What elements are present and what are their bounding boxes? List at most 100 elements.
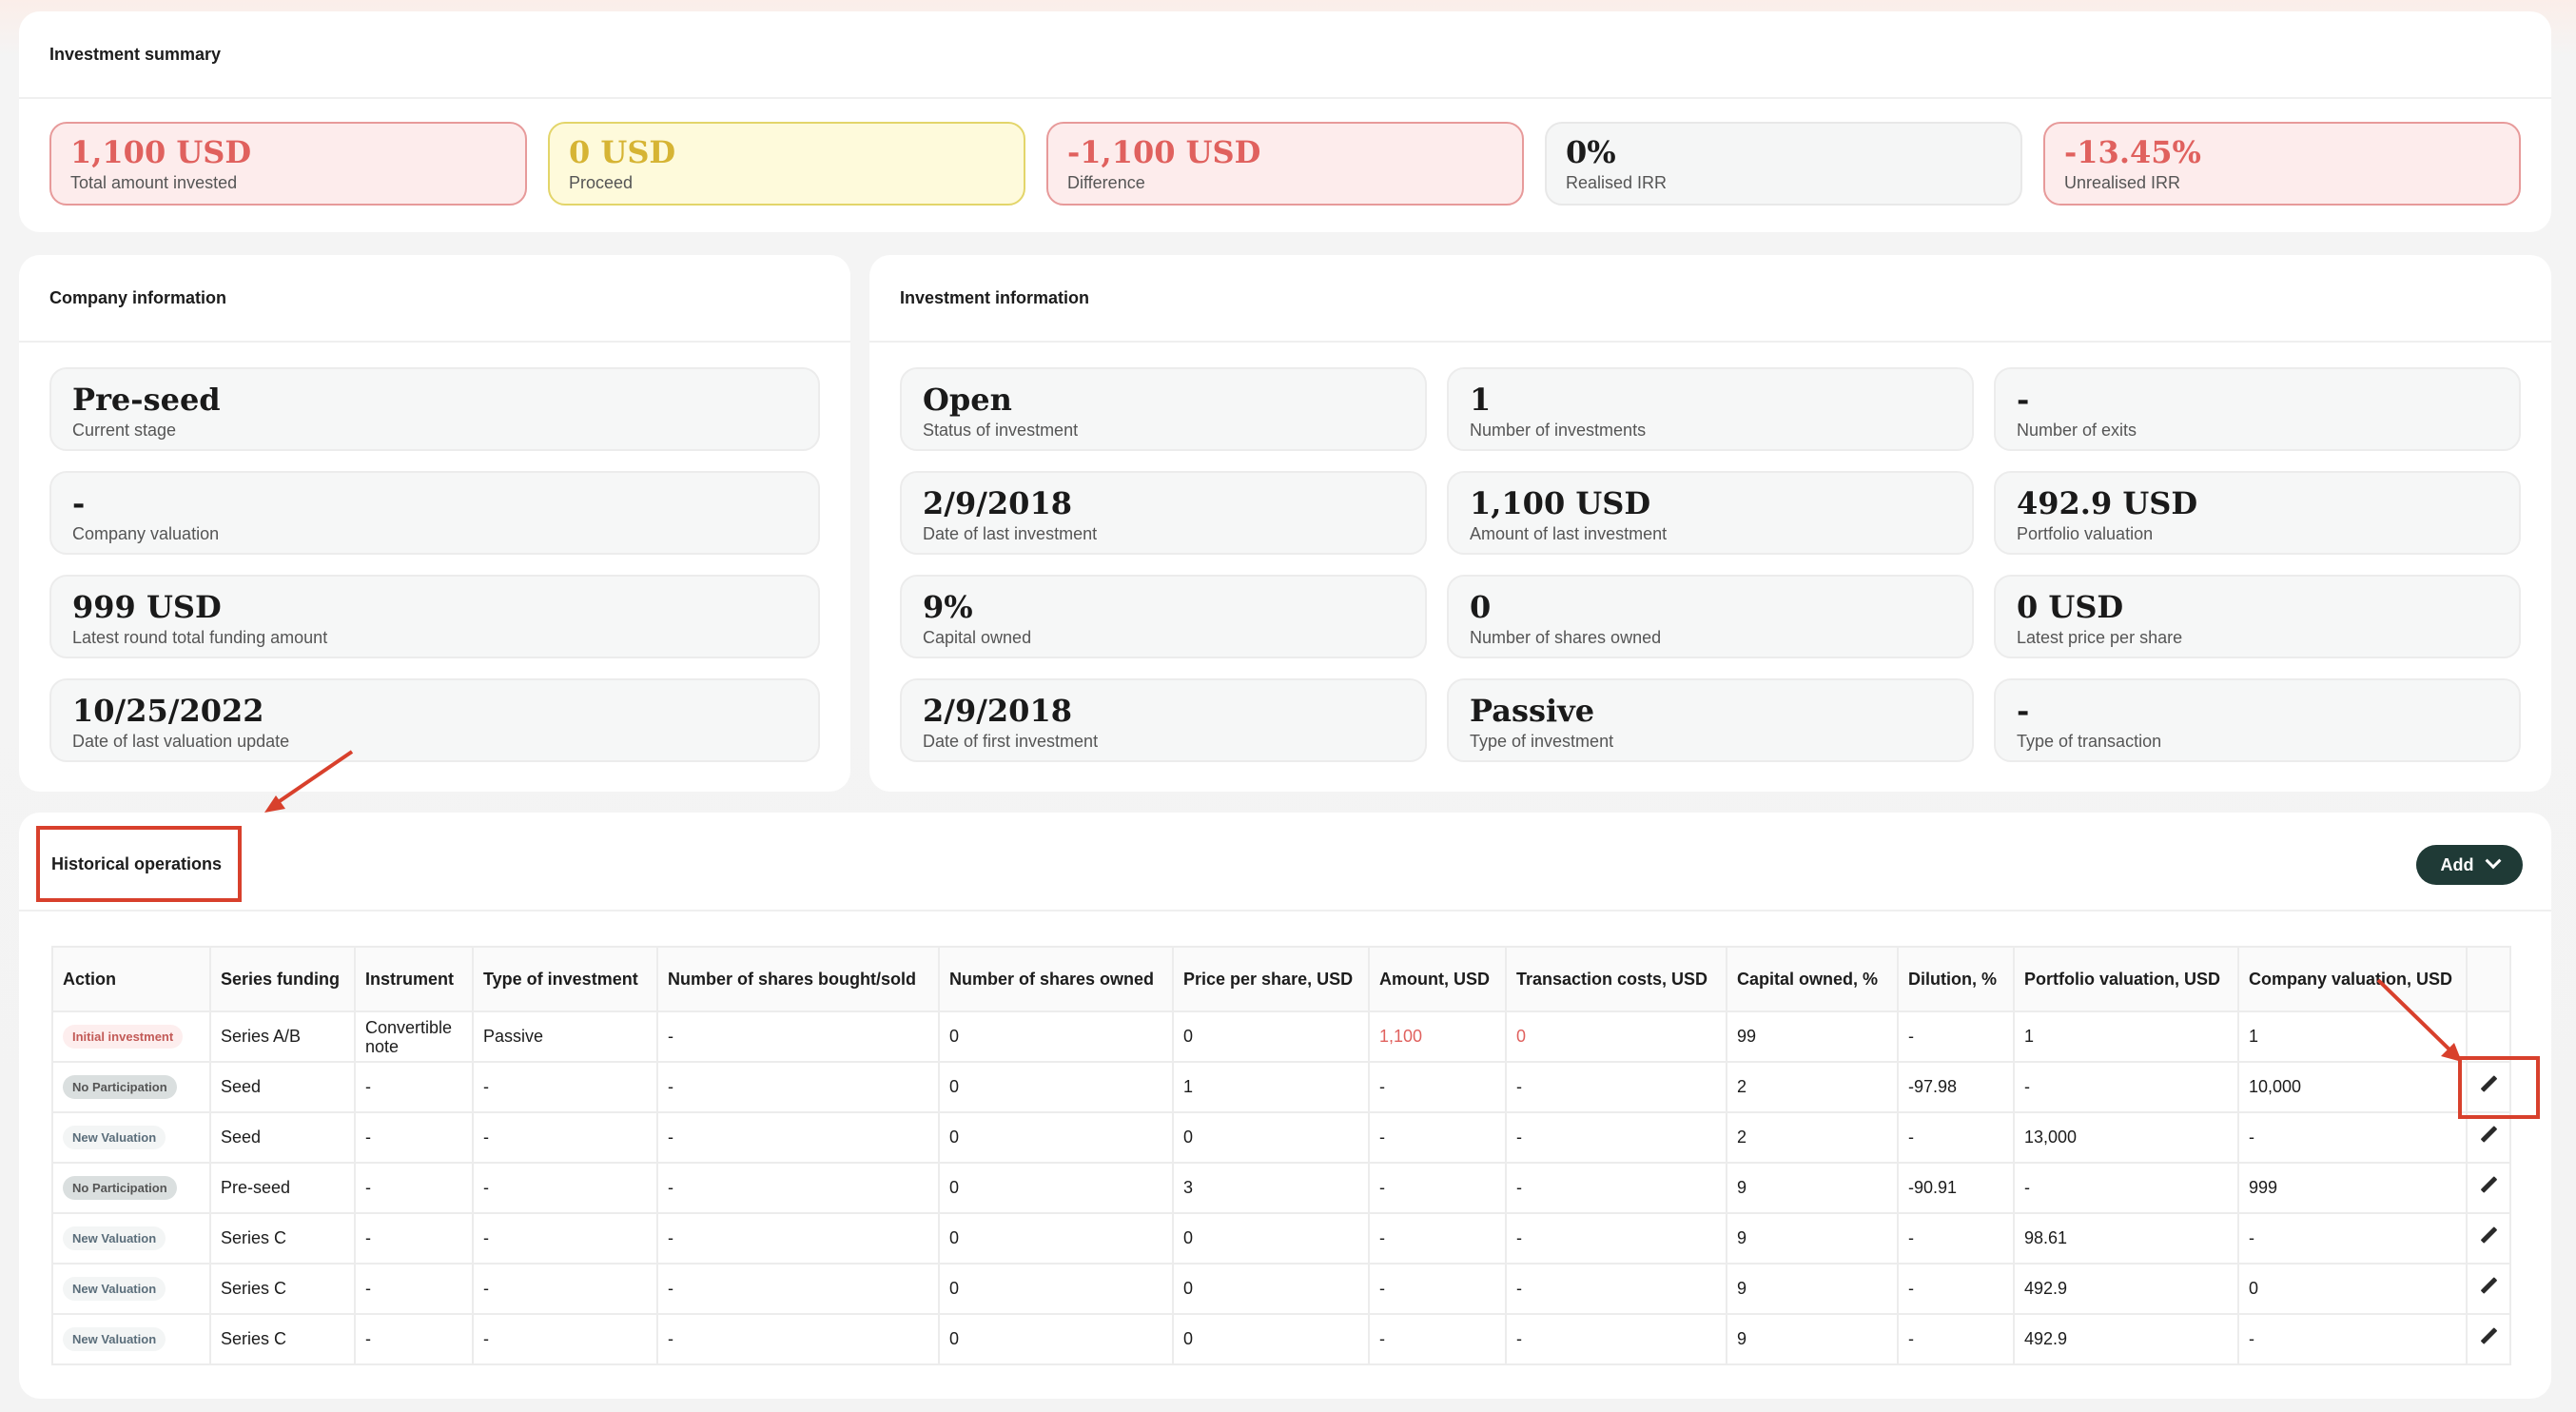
- table-cell: 98.61: [2013, 1212, 2239, 1265]
- table-cell: 0: [2237, 1263, 2468, 1315]
- table-cell: 0: [1505, 1010, 1727, 1063]
- action-cell: New Valuation: [51, 1212, 211, 1265]
- tile-value: Open: [923, 382, 1012, 418]
- tile-label: Total amount invested: [70, 173, 238, 192]
- table-cell: -: [1505, 1313, 1727, 1365]
- action-cell: No Participation: [51, 1162, 211, 1214]
- table-cell: -: [1897, 1010, 2015, 1063]
- table-cell: -: [1897, 1212, 2015, 1265]
- tile-value: 9%: [923, 589, 973, 625]
- table-cell: 9: [1726, 1212, 1899, 1265]
- tile-label: Unrealised IRR: [2064, 173, 2181, 192]
- column-header[interactable]: Number of shares bought/sold: [656, 946, 940, 1012]
- tile-label: Capital owned: [923, 628, 1032, 647]
- action-badge: New Valuation: [63, 1327, 166, 1351]
- edit-cell: [2466, 1212, 2511, 1265]
- amount-of-last-investment-tile: 1,100 USD Amount of last investment: [1447, 471, 1974, 555]
- pencil-icon[interactable]: [2480, 1278, 2497, 1295]
- action-cell: New Valuation: [51, 1111, 211, 1164]
- column-header[interactable]: Amount, USD: [1368, 946, 1507, 1012]
- column-header[interactable]: Price per share, USD: [1172, 946, 1370, 1012]
- table-cell: -: [1897, 1111, 2015, 1164]
- table-cell: Series A/B: [209, 1010, 356, 1063]
- table-cell: 2: [1726, 1061, 1899, 1113]
- table-cell: Pre-seed: [209, 1162, 356, 1214]
- table-cell: -: [1505, 1111, 1727, 1164]
- total-amount-invested-tile: 1,100 USD Total amount invested: [49, 122, 527, 206]
- proceed-tile: 0 USD Proceed: [548, 122, 1025, 206]
- table-cell: -: [656, 1313, 940, 1365]
- table-cell: -: [1505, 1162, 1727, 1214]
- table-cell: -: [656, 1010, 940, 1063]
- table-cell: 999: [2237, 1162, 2468, 1214]
- column-header[interactable]: Action: [51, 946, 211, 1012]
- column-header[interactable]: Number of shares owned: [938, 946, 1174, 1012]
- pencil-icon[interactable]: [2480, 1328, 2497, 1345]
- column-header[interactable]: Capital owned, %: [1726, 946, 1899, 1012]
- table-cell: -: [1368, 1263, 1507, 1315]
- table-cell: -: [472, 1313, 658, 1365]
- column-header[interactable]: Instrument: [354, 946, 474, 1012]
- table-row: No Participation Pre-seed - - - 0 3 - - …: [51, 1162, 2511, 1214]
- historical-operations-card: Historical operations Add Action Series …: [19, 813, 2551, 1399]
- historical-operations-table: Action Series funding Instrument Type of…: [51, 946, 2511, 1365]
- column-header[interactable]: Series funding: [209, 946, 356, 1012]
- table-cell: 0: [1172, 1111, 1370, 1164]
- tile-value: 1,100 USD: [70, 134, 252, 170]
- table-row: No Participation Seed - - - 0 1 - - 2 -9…: [51, 1061, 2511, 1113]
- table-cell: 0: [1172, 1263, 1370, 1315]
- table-cell: 2: [1726, 1111, 1899, 1164]
- pencil-icon[interactable]: [2480, 1227, 2497, 1245]
- column-header[interactable]: Dilution, %: [1897, 946, 2015, 1012]
- historical-operations-header: Historical operations: [19, 813, 2551, 912]
- table-cell: Seed: [209, 1111, 356, 1164]
- table-cell: 1,100: [1368, 1010, 1507, 1063]
- table-cell: 1: [2013, 1010, 2239, 1063]
- column-header[interactable]: Type of investment: [472, 946, 658, 1012]
- column-header[interactable]: Transaction costs, USD: [1505, 946, 1727, 1012]
- tile-label: Latest round total funding amount: [72, 628, 328, 647]
- table-cell: -: [656, 1162, 940, 1214]
- tile-label: Type of transaction: [2017, 732, 2162, 751]
- pencil-icon[interactable]: [2480, 1127, 2497, 1144]
- date-of-first-investment-tile: 2/9/2018 Date of first investment: [900, 678, 1427, 762]
- tile-value: 999 USD: [72, 589, 222, 625]
- table-cell: 9: [1726, 1263, 1899, 1315]
- number-of-shares-owned-tile: 0 Number of shares owned: [1447, 575, 1974, 658]
- tile-label: Company valuation: [72, 524, 220, 543]
- action-cell: No Participation: [51, 1061, 211, 1113]
- tile-label: Difference: [1067, 173, 1145, 192]
- table-cell: Seed: [209, 1061, 356, 1113]
- table-cell: -: [2237, 1111, 2468, 1164]
- table-cell: 0: [1172, 1212, 1370, 1265]
- table-cell: -: [1368, 1061, 1507, 1113]
- action-badge: New Valuation: [63, 1277, 166, 1301]
- latest-price-per-share-tile: 0 USD Latest price per share: [1994, 575, 2521, 658]
- number-of-investments-tile: 1 Number of investments: [1447, 367, 1974, 451]
- table-cell: -: [472, 1263, 658, 1315]
- tile-label: Date of first investment: [923, 732, 1099, 751]
- table-row: Initial investment Series A/B Convertibl…: [51, 1010, 2511, 1063]
- column-header[interactable]: Portfolio valuation, USD: [2013, 946, 2239, 1012]
- tile-label: Proceed: [569, 173, 634, 192]
- table-cell: -: [1368, 1111, 1507, 1164]
- table-cell: 0: [938, 1010, 1174, 1063]
- table-cell: -: [2013, 1061, 2239, 1113]
- chevron-down-icon: [2485, 853, 2501, 870]
- company-information-card: Company information Pre-seed Current sta…: [19, 255, 850, 792]
- table-cell: -: [1897, 1313, 2015, 1365]
- table-cell: Convertible note: [354, 1010, 474, 1063]
- tile-label: Date of last investment: [923, 524, 1098, 543]
- pencil-icon[interactable]: [2480, 1177, 2497, 1194]
- table-cell: -: [354, 1111, 474, 1164]
- action-cell: New Valuation: [51, 1313, 211, 1365]
- company-valuation-tile: - Company valuation: [49, 471, 820, 555]
- unrealised-irr-tile: -13.45% Unrealised IRR: [2043, 122, 2521, 206]
- table-cell: 0: [938, 1111, 1174, 1164]
- table-row: New Valuation Series C - - - 0 0 - - 9 -…: [51, 1313, 2511, 1365]
- add-button[interactable]: Add: [2416, 845, 2523, 885]
- tile-value: Pre-seed: [72, 382, 221, 418]
- table-cell: 492.9: [2013, 1263, 2239, 1315]
- edit-cell: [2466, 1263, 2511, 1315]
- tile-value: -: [2017, 382, 2030, 418]
